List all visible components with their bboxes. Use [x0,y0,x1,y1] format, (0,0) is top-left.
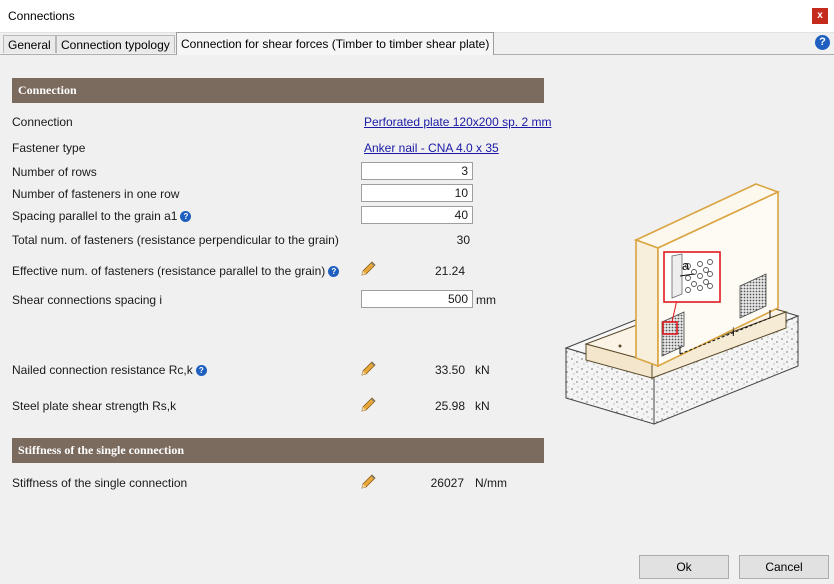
spacing-a1-row: Spacing parallel to the grain a1? [12,209,192,223]
plate-strength-value: 25.98 [434,399,465,413]
nailed-resistance-label: Nailed connection resistance Rc,k [12,363,193,377]
tab-shear-forces[interactable]: Connection for shear forces (Timber to t… [176,32,495,55]
shear-spacing-label: Shear connections spacing i [12,293,163,307]
info-icon[interactable]: ? [328,266,340,277]
total-fasteners-value: 30 [456,233,470,247]
fasteners-per-row-input[interactable]: 10 [361,184,473,202]
rows-label: Number of rows [12,165,97,179]
effective-fasteners-value: 21.24 [434,264,465,278]
window-title: Connections [8,9,75,23]
close-button[interactable]: x [812,8,828,24]
tab-strip: General Connection typology Connection f… [0,32,834,55]
stiffness-label: Stiffness of the single connection [12,476,188,490]
connection-label: Connection [12,115,73,129]
effective-fasteners-label: Effective num. of fasteners (resistance … [12,264,326,278]
nailed-resistance-value: 33.50 [434,363,465,377]
stiffness-unit: N/mm [475,476,507,490]
nailed-resistance-row: Nailed connection resistance Rc,k? [12,363,207,377]
pencil-icon[interactable] [359,360,377,378]
help-icon[interactable]: ? [815,35,830,50]
connection-section-header: Connection [12,78,544,103]
tab-connection-typology[interactable]: Connection typology [56,35,175,53]
plate-strength-unit: kN [475,399,490,413]
tab-general[interactable]: General [3,35,56,53]
dimension-label-i: i [732,325,735,339]
rows-input[interactable]: 3 [361,162,473,180]
nailed-resistance-unit: kN [475,363,490,377]
fasteners-per-row-label: Number of fasteners in one row [12,187,180,201]
fastener-type-link[interactable]: Anker nail - CNA 4.0 x 35 [364,141,499,155]
stiffness-section-header: Stiffness of the single connection [12,438,544,463]
info-icon[interactable]: ? [195,365,207,376]
ok-button[interactable]: Ok [639,555,729,579]
total-fasteners-label: Total num. of fasteners (resistance perp… [12,233,339,247]
pencil-icon[interactable] [359,260,377,278]
title-bar: Connections x [0,0,834,33]
info-icon[interactable]: ? [180,211,192,222]
spacing-a1-input[interactable]: 40 [361,206,473,224]
shear-spacing-input[interactable]: 500 [361,290,473,308]
stiffness-value: 26027 [430,476,464,490]
effective-fasteners-row: Effective num. of fasteners (resistance … [12,264,340,278]
pencil-icon[interactable] [359,396,377,414]
dimension-label-a: a [682,258,690,273]
plate-strength-label: Steel plate shear strength Rs,k [12,399,177,413]
pencil-icon[interactable] [359,473,377,491]
cancel-button[interactable]: Cancel [739,555,829,579]
shear-spacing-unit: mm [476,293,496,307]
fastener-type-label: Fastener type [12,141,86,155]
shear-plate-illustration: a i [564,183,800,425]
spacing-a1-label: Spacing parallel to the grain a1 [12,209,178,223]
connection-link[interactable]: Perforated plate 120x200 sp. 2 mm [364,115,551,129]
